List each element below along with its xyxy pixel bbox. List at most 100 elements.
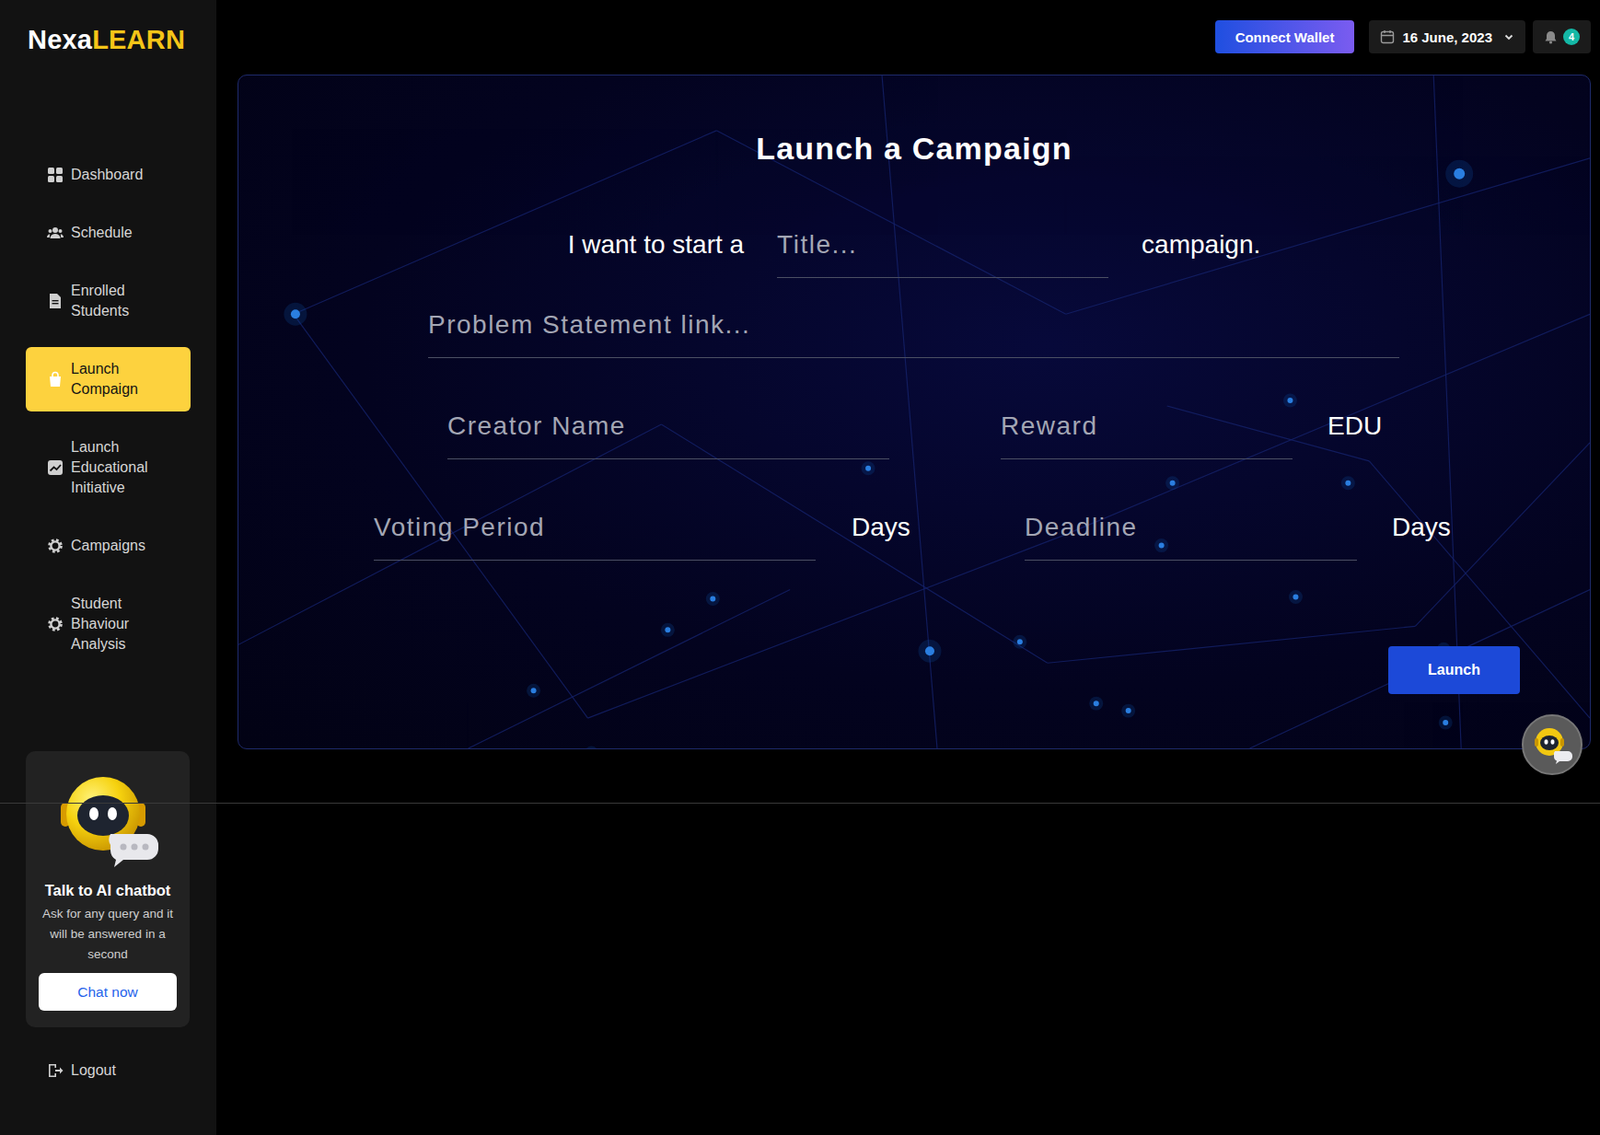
sidebar-item-label: Launch Educational Initiative [70,437,160,499]
icon-part [46,537,64,555]
icon-part [1530,723,1574,766]
problem-row [238,299,1590,359]
logout-item[interactable]: Logout [46,1060,217,1081]
sidebar-item[interactable]: Dashboard [25,152,191,198]
document-icon [46,292,64,310]
users-icon [46,224,64,242]
sidebar-item-label: Student Bhaviour Analysis [70,593,160,655]
icon-part [47,460,63,476]
icon-part [1344,480,1351,487]
sidebar-item[interactable]: Schedule [25,210,191,256]
gear-icon [46,537,64,555]
icon-part [1442,719,1449,726]
sidebar-item-label: Schedule [70,222,160,244]
icon-part [46,224,64,242]
topbar: Connect Wallet 16 June, 2023 4 [216,0,1600,54]
title-input[interactable] [776,219,1109,279]
icon-part [1506,35,1513,40]
icon-part [55,1067,64,1075]
robot-icon [57,769,159,871]
period-row: Days Days [238,501,1590,561]
deadline-input[interactable] [1024,501,1357,561]
icon-part [52,227,58,233]
icon-part [89,807,99,821]
icon-part [283,302,307,326]
creator-name-input[interactable] [447,400,890,460]
icon-part [50,233,61,239]
icon-part [1341,475,1356,490]
sentence-after: campaign. [1141,219,1261,262]
voting-period-input[interactable] [373,501,816,561]
icon-part [60,234,64,238]
robot-icon [1530,723,1574,766]
logout-label: Logout [70,1060,116,1081]
icon-part [46,292,64,310]
sidebar-item[interactable]: Launch Educational Initiative [25,425,191,511]
icon-part [107,807,117,821]
icon-part [1540,735,1559,751]
sidebar-item[interactable]: Student Bhaviour Analysis [25,581,191,667]
sidebar-nav: Dashboard Schedule Enrolled Students Launch… [0,152,217,667]
logo: NexaLEARN [0,0,217,56]
sidebar-item-label: Dashboard [70,164,160,186]
icon-part [1381,30,1394,36]
sidebar-item[interactable]: Launch Compaign [25,347,191,412]
calendar-icon [1379,29,1395,45]
sidebar: NexaLEARN Dashboard Schedule Enrolled Stude… [0,0,217,1135]
notifications-button[interactable]: 4 [1532,20,1591,54]
voting-unit: Days [851,501,914,545]
icon-part [526,684,541,698]
creator-reward-row: EDU [238,400,1590,460]
icon-part [58,229,63,233]
deadline-unit: Days [1391,501,1451,545]
chatbot-launcher[interactable] [1521,714,1583,776]
icon-part [49,293,61,309]
icon-part [1165,475,1180,490]
main: Connect Wallet 16 June, 2023 4 Launch a Cam… [216,0,1600,1135]
icon-part [1292,593,1299,600]
logo-prefix: Nexa [27,24,93,55]
problem-statement-input[interactable] [428,299,1400,359]
icon-part [46,459,64,476]
dashboard-grid-icon [46,166,64,184]
date-label: 16 June, 2023 [1402,29,1493,46]
chart-icon [46,459,64,476]
chevron-down-icon [1503,31,1515,43]
icon-part [46,166,64,184]
icon-part [1121,704,1136,719]
icon-part [52,302,59,304]
divider-line [0,802,1600,804]
icon-part [531,687,537,694]
reward-input[interactable] [1000,400,1293,460]
chatbot-title: Talk to AI chatbot [45,880,172,901]
icon-part [52,300,59,302]
sidebar-item-label: Enrolled Students [70,280,160,322]
icon-part [1543,30,1558,45]
icon-part [660,623,675,638]
sidebar-item-label: Campaigns [70,535,160,557]
chatbot-card: Talk to AI chatbotAsk for any query and … [25,751,190,1028]
icon-part [77,795,129,836]
icon-part [46,1062,64,1079]
connect-wallet-button[interactable]: Connect Wallet [1215,20,1356,54]
icon-part [925,646,935,656]
icon-part [131,844,139,851]
logout-icon [46,1062,64,1079]
form-title: Launch a Campaign [238,128,1590,168]
icon-part [584,746,599,749]
icon-part [48,229,53,233]
icon-part [56,175,63,183]
icon-part [664,626,671,633]
icon-part [1553,751,1573,765]
icon-part [1445,160,1473,188]
launch-button[interactable]: Launch [1388,646,1520,695]
date-picker[interactable]: 16 June, 2023 [1368,20,1526,54]
icon-part [142,844,150,851]
icon-part [706,591,720,606]
sidebar-item[interactable]: Enrolled Students [25,268,191,334]
sidebar-item[interactable]: Campaigns [25,523,191,569]
icon-part [47,175,55,183]
chat-now-button[interactable]: Chat now [38,973,177,1011]
icon-part [1093,700,1100,707]
network-background [238,75,1590,749]
